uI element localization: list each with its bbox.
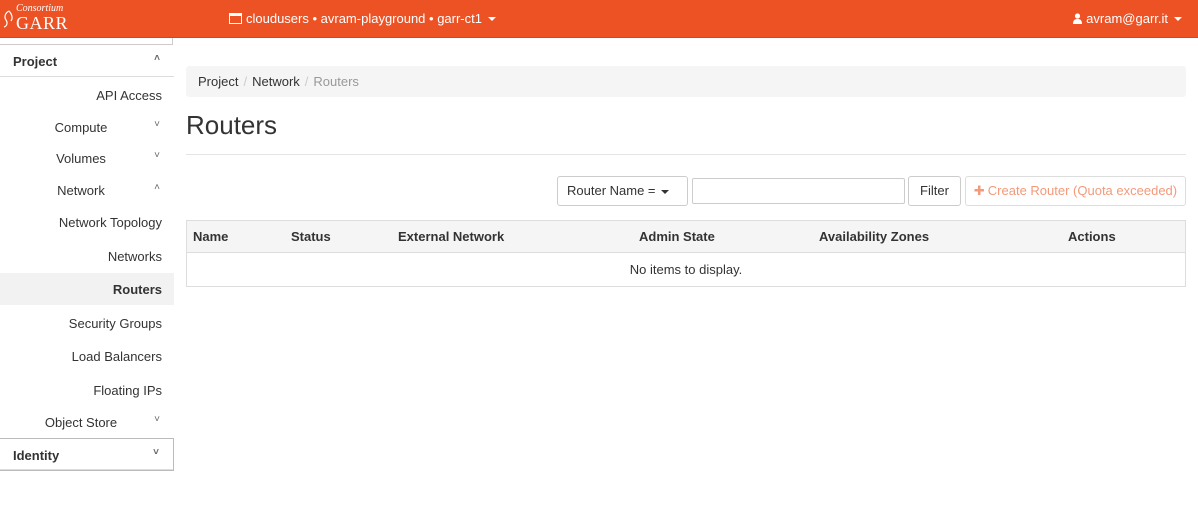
empty-table-message: No items to display. (629, 262, 743, 277)
breadcrumb-item-project[interactable]: Project (198, 74, 238, 89)
sidebar-item-label: Volumes (56, 151, 106, 166)
filter-field-label: Router Name = (567, 183, 656, 198)
column-header-admin-state[interactable]: Admin State (633, 220, 813, 253)
sidebar-item-network-topology[interactable]: Network Topology (0, 206, 174, 238)
caret-down-icon (661, 189, 670, 194)
sidebar-item-label: Compute (54, 120, 108, 135)
window-icon (229, 13, 242, 24)
filter-field-dropdown[interactable]: Router Name = (557, 176, 688, 206)
sidebar-group-compute[interactable]: Compute ˅ (0, 111, 174, 143)
plus-icon: ✚ (973, 183, 985, 198)
chevron-down-icon: ˅ (154, 414, 160, 425)
table-header-row: Name Status External Network Admin State… (186, 220, 1186, 253)
sidebar-section-identity[interactable]: Identity ˅ (0, 438, 174, 471)
sidebar-item-security-groups[interactable]: Security Groups (0, 307, 174, 339)
project-switcher-label: cloudusers • avram-playground • garr-ct1 (246, 11, 482, 26)
user-menu-dropdown[interactable]: avram@garr.it (1073, 11, 1182, 26)
top-navbar: Consortium GARR cloudusers • avram-playg… (0, 0, 1198, 38)
sidebar-item-routers[interactable]: Routers (0, 273, 174, 305)
column-header-name[interactable]: Name (186, 220, 285, 253)
sidebar-item-label: Network Topology (58, 215, 162, 230)
chevron-down-icon: ˅ (154, 119, 160, 130)
sidebar-item-label: Load Balancers (71, 349, 162, 364)
project-switcher-dropdown[interactable]: cloudusers • avram-playground • garr-ct1 (229, 11, 496, 26)
breadcrumb-item-routers: Routers (313, 74, 359, 89)
chevron-up-icon: ˄ (154, 53, 160, 64)
sidebar-top-divider (0, 38, 173, 45)
breadcrumb-separator: / (304, 74, 309, 89)
create-router-label: Create Router (Quota exceeded) (987, 183, 1178, 198)
table-empty-row: No items to display. (187, 253, 1186, 287)
column-header-availability-zones[interactable]: Availability Zones (813, 220, 1062, 253)
user-menu-label: avram@garr.it (1086, 11, 1168, 26)
sidebar-item-load-balancers[interactable]: Load Balancers (0, 340, 174, 372)
sidebar-section-project[interactable]: Project ˄ (0, 45, 174, 77)
title-divider (186, 154, 1186, 155)
sidebar-group-network[interactable]: Network ˄ (0, 174, 174, 206)
garr-logo[interactable]: Consortium GARR (2, 3, 72, 33)
sidebar-item-label: Networks (107, 249, 162, 264)
sidebar-item-floating-ips[interactable]: Floating IPs (0, 374, 174, 406)
filter-input[interactable] (692, 178, 905, 204)
sidebar-group-object-store[interactable]: Object Store ˅ (0, 406, 174, 438)
sidebar-item-networks[interactable]: Networks (0, 240, 174, 272)
sidebar-item-label: Floating IPs (93, 383, 162, 398)
sidebar-item-label: Network (57, 183, 105, 198)
column-header-status[interactable]: Status (285, 220, 392, 253)
chevron-down-icon: ˅ (154, 150, 160, 161)
user-icon (1073, 13, 1083, 24)
breadcrumb: Project / Network / Routers (186, 66, 1186, 97)
sidebar-item-label: API Access (96, 88, 162, 103)
sidebar-item-label: Security Groups (68, 316, 162, 331)
caret-down-icon (1174, 16, 1182, 21)
sidebar-section-label: Identity (13, 448, 60, 463)
page-title: Routers (186, 110, 278, 140)
sidebar-item-label: Object Store (44, 415, 118, 430)
sidebar-item-label: Routers (112, 282, 162, 297)
column-header-external-network[interactable]: External Network (392, 220, 633, 253)
column-header-actions: Actions (1062, 220, 1186, 253)
chevron-up-icon: ˄ (154, 182, 160, 193)
breadcrumb-item-network[interactable]: Network (252, 74, 300, 89)
filter-button[interactable]: Filter (908, 176, 961, 206)
sidebar-section-label: Project (13, 54, 58, 69)
routers-table: Name Status External Network Admin State… (186, 220, 1186, 287)
breadcrumb-separator: / (243, 74, 248, 89)
create-router-button: ✚ Create Router (Quota exceeded) (965, 176, 1186, 206)
sidebar-group-volumes[interactable]: Volumes ˅ (0, 142, 174, 174)
logo-text-garr: GARR (16, 13, 69, 33)
chevron-down-icon: ˅ (153, 447, 159, 458)
caret-down-icon (487, 16, 496, 21)
sidebar-item-api-access[interactable]: API Access (0, 79, 174, 111)
logo-mark-icon (3, 10, 13, 28)
